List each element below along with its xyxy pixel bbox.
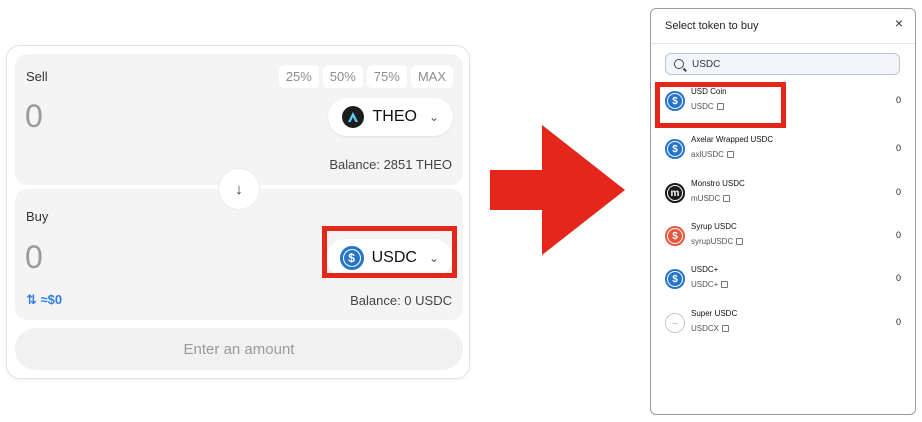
pct-max-button[interactable]: MAX <box>410 65 453 88</box>
search-input[interactable] <box>690 57 874 71</box>
axlusdc-icon: $ <box>665 139 685 159</box>
buy-amount-input[interactable]: 0 <box>25 239 43 276</box>
token-name: Monstro USDC <box>691 179 745 188</box>
token-name: Axelar Wrapped USDC <box>691 135 774 144</box>
token-row-usdcplus[interactable]: $ USDC+ USDC+ 0 <box>651 259 915 299</box>
token-balance: 0 <box>895 187 901 197</box>
percentage-options: 25% 50% 75% MAX <box>278 65 453 88</box>
theo-token-icon <box>342 106 365 128</box>
fiat-toggle[interactable]: ⇅ ≈$0 <box>26 292 62 308</box>
pct-25-button[interactable]: 25% <box>278 65 319 88</box>
token-row-superusdc[interactable]: – Super USDC USDCX 0 <box>651 303 915 343</box>
token-symbol: USDC+ <box>691 280 729 289</box>
sell-token-name: THEO <box>372 108 417 125</box>
pct-50-button[interactable]: 50% <box>322 65 363 88</box>
enter-amount-button[interactable]: Enter an amount <box>15 328 463 370</box>
chevron-down-icon: ⌄ <box>428 110 439 124</box>
highlight-box <box>655 82 786 128</box>
syrupusdc-icon: $ <box>665 226 685 246</box>
usdcplus-icon: $ <box>665 269 685 289</box>
token-row-axlusdc[interactable]: $ Axelar Wrapped USDC axlUSDC 0 <box>651 129 915 169</box>
highlight-box <box>322 226 457 278</box>
sell-panel: Sell 25% 50% 75% MAX 0 THEO ⌄ Balance: 2… <box>15 54 463 185</box>
token-name: Syrup USDC <box>691 222 737 231</box>
token-select-modal: Select token to buy × $ USD Coin USDC 0 … <box>650 8 916 415</box>
swap-direction-button[interactable]: ↓ <box>218 168 260 210</box>
token-row-musdc[interactable]: m Monstro USDC mUSDC 0 <box>651 173 915 213</box>
copy-icon[interactable] <box>723 195 731 203</box>
swap-widget: Sell 25% 50% 75% MAX 0 THEO ⌄ Balance: 2… <box>6 45 470 379</box>
token-symbol: syrupUSDC <box>691 237 744 246</box>
token-symbol: USDCX <box>691 324 730 333</box>
token-name: USDC+ <box>691 265 719 274</box>
sell-token-selector[interactable]: THEO ⌄ <box>328 98 453 136</box>
modal-title: Select token to buy <box>665 20 759 32</box>
buy-balance: Balance: 0 USDC <box>350 293 452 308</box>
pct-75-button[interactable]: 75% <box>366 65 407 88</box>
copy-icon[interactable] <box>721 281 729 289</box>
token-name: Super USDC <box>691 309 738 318</box>
token-balance: 0 <box>895 273 901 283</box>
token-balance: 0 <box>895 230 901 240</box>
token-row-syrupusdc[interactable]: $ Syrup USDC syrupUSDC 0 <box>651 216 915 256</box>
red-arrow-icon <box>490 125 625 255</box>
sell-balance: Balance: 2851 THEO <box>329 157 452 172</box>
token-balance: 0 <box>895 317 901 327</box>
musdc-icon: m <box>665 183 685 203</box>
sell-label: Sell <box>26 69 48 84</box>
token-symbol: axlUSDC <box>691 150 734 159</box>
superusdc-icon: – <box>665 313 685 333</box>
close-icon[interactable]: × <box>895 15 903 31</box>
buy-label: Buy <box>26 209 49 224</box>
divider <box>651 43 915 44</box>
copy-icon[interactable] <box>726 151 734 159</box>
copy-icon[interactable] <box>722 325 730 333</box>
sell-amount-input[interactable]: 0 <box>25 98 43 135</box>
copy-icon[interactable] <box>736 238 744 246</box>
search-box <box>665 53 900 75</box>
token-balance: 0 <box>895 143 901 153</box>
token-balance: 0 <box>895 95 901 105</box>
token-symbol: mUSDC <box>691 194 731 203</box>
search-icon <box>674 59 684 69</box>
